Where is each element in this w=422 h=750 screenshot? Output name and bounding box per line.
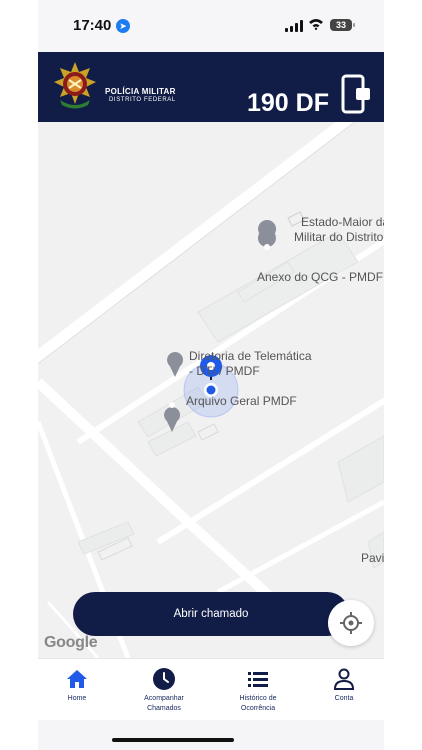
map-label-pavi: Pavi [361,551,384,565]
police-crest-logo [54,62,96,109]
signal-icon [285,20,303,32]
tab-acompanhar-label: Acompanhar Chamados [144,695,184,712]
map-label-diretoria: Diretoria de Telemática [189,349,312,363]
map-label-anexo-qcg: Anexo do QCG - PMDF [257,270,384,284]
tab-conta-label: Conta [334,695,354,702]
map-label-estado-maior: Estado-Maior da [301,215,384,229]
status-bar: 17:40 ➤ 33 [38,0,384,52]
open-call-button[interactable]: Abrir chamado [73,592,349,636]
page-title: 190 DF [247,89,329,117]
bottom-safe-area [38,720,384,750]
map-roads [38,122,384,658]
home-indicator [112,738,234,742]
list-icon [248,672,268,687]
map-label-dti: - DTI / PMDF [189,364,260,378]
user-icon [333,668,355,690]
tab-home-label: Home [67,695,87,702]
clock-icon [153,668,175,690]
wifi-icon [308,17,324,33]
google-attribution: Google [44,634,98,651]
brand-line-1: POLÍCIA MILITAR [105,87,176,96]
tab-historico-label: Histórico de Ocorrência [239,695,277,712]
phone-icon[interactable] [340,74,372,114]
map-view[interactable]: Estado-Maior da Militar do Distrito Anex… [38,122,384,658]
tab-acompanhar-chamados[interactable]: Acompanhar Chamados [121,659,207,721]
tab-historico-ocorrencia[interactable]: Histórico de Ocorrência [215,659,301,721]
crosshair-icon [340,612,362,634]
app-header: POLÍCIA MILITAR DISTRITO FEDERAL 190 DF [38,52,384,122]
brand-line-2: DISTRITO FEDERAL [109,97,176,103]
battery-icon: 33 [330,19,355,31]
tab-home[interactable]: Home [38,659,120,721]
home-icon [67,670,87,688]
status-time: 17:40 [73,17,112,34]
tab-conta[interactable]: Conta [301,659,384,721]
recenter-location-button[interactable] [328,600,374,646]
map-label-arquivo: Arquivo Geral PMDF [186,394,297,408]
app-frame: 17:40 ➤ 33 POLÍCIA MILITAR DISTRITO FEDE… [38,0,384,750]
bottom-tab-bar: Home Acompanhar Chamados Histórico de Oc… [38,658,384,721]
location-arrow-icon: ➤ [116,19,130,33]
map-label-militar: Militar do Distrito [294,230,384,244]
